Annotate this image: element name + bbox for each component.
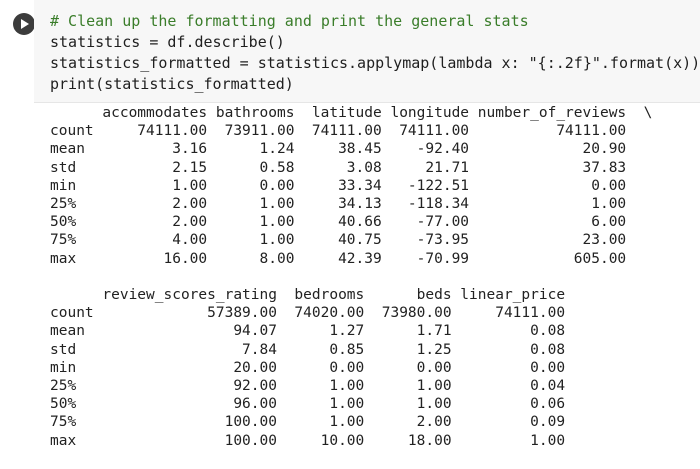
code-line-2[interactable]: statistics = df.describe()	[50, 32, 285, 52]
code-line-3[interactable]: statistics_formatted = statistics.applym…	[50, 53, 700, 73]
run-cell-button[interactable]	[13, 13, 35, 35]
code-editor[interactable]: # Clean up the formatting and print the …	[34, 0, 700, 103]
code-line-1[interactable]: # Clean up the formatting and print the …	[50, 11, 529, 31]
cell-output: accommodates bathrooms latitude longitud…	[50, 104, 700, 469]
code-line-4[interactable]: print(statistics_formatted)	[50, 74, 294, 94]
stats-output-text: accommodates bathrooms latitude longitud…	[50, 105, 653, 449]
notebook-cell: # Clean up the formatting and print the …	[0, 0, 700, 469]
